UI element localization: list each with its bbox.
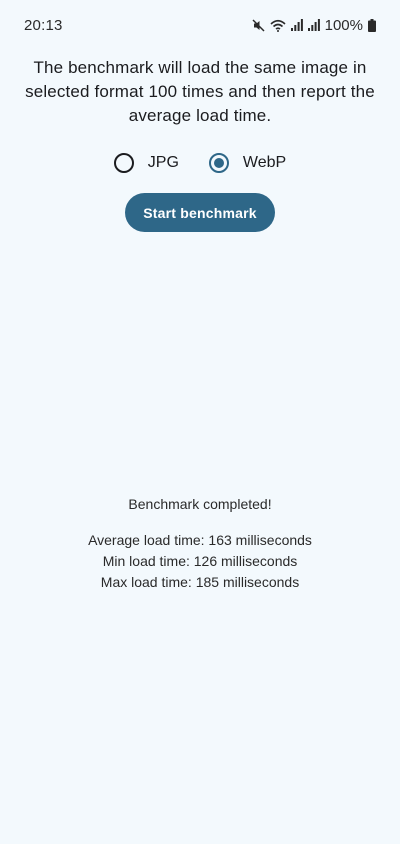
max-load-time: Max load time: 185 milliseconds: [100, 574, 300, 590]
mute-icon: [252, 18, 265, 32]
start-benchmark-button[interactable]: Start benchmark: [125, 193, 275, 232]
results-panel: Benchmark completed! Average load time: …: [0, 494, 400, 593]
signal-icon: [290, 19, 303, 31]
results-status: Benchmark completed!: [128, 496, 272, 512]
min-load-time: Min load time: 126 milliseconds: [102, 553, 298, 569]
radio-label-jpg: JPG: [147, 154, 179, 171]
benchmark-description: The benchmark will load the same image i…: [25, 58, 375, 125]
status-icons: 100%: [252, 17, 376, 34]
signal-r-icon: [307, 19, 320, 31]
radio-selected-icon[interactable]: [208, 153, 229, 173]
status-bar: 20:13 100%: [0, 0, 400, 50]
radio-unselected-icon[interactable]: [113, 153, 134, 173]
status-time: 20:13: [24, 16, 63, 34]
battery-text: 100%: [324, 16, 363, 34]
average-load-time: Average load time: 163 milliseconds: [88, 532, 312, 548]
radio-option-jpg[interactable]: JPG: [113, 153, 179, 173]
format-radio-group: JPG WebP: [0, 153, 400, 173]
battery-icon: [368, 18, 376, 32]
wifi-icon: [270, 19, 286, 32]
radio-dot: [213, 158, 224, 168]
radio-option-webp[interactable]: WebP: [208, 153, 287, 173]
radio-label-webp: WebP: [242, 154, 287, 171]
